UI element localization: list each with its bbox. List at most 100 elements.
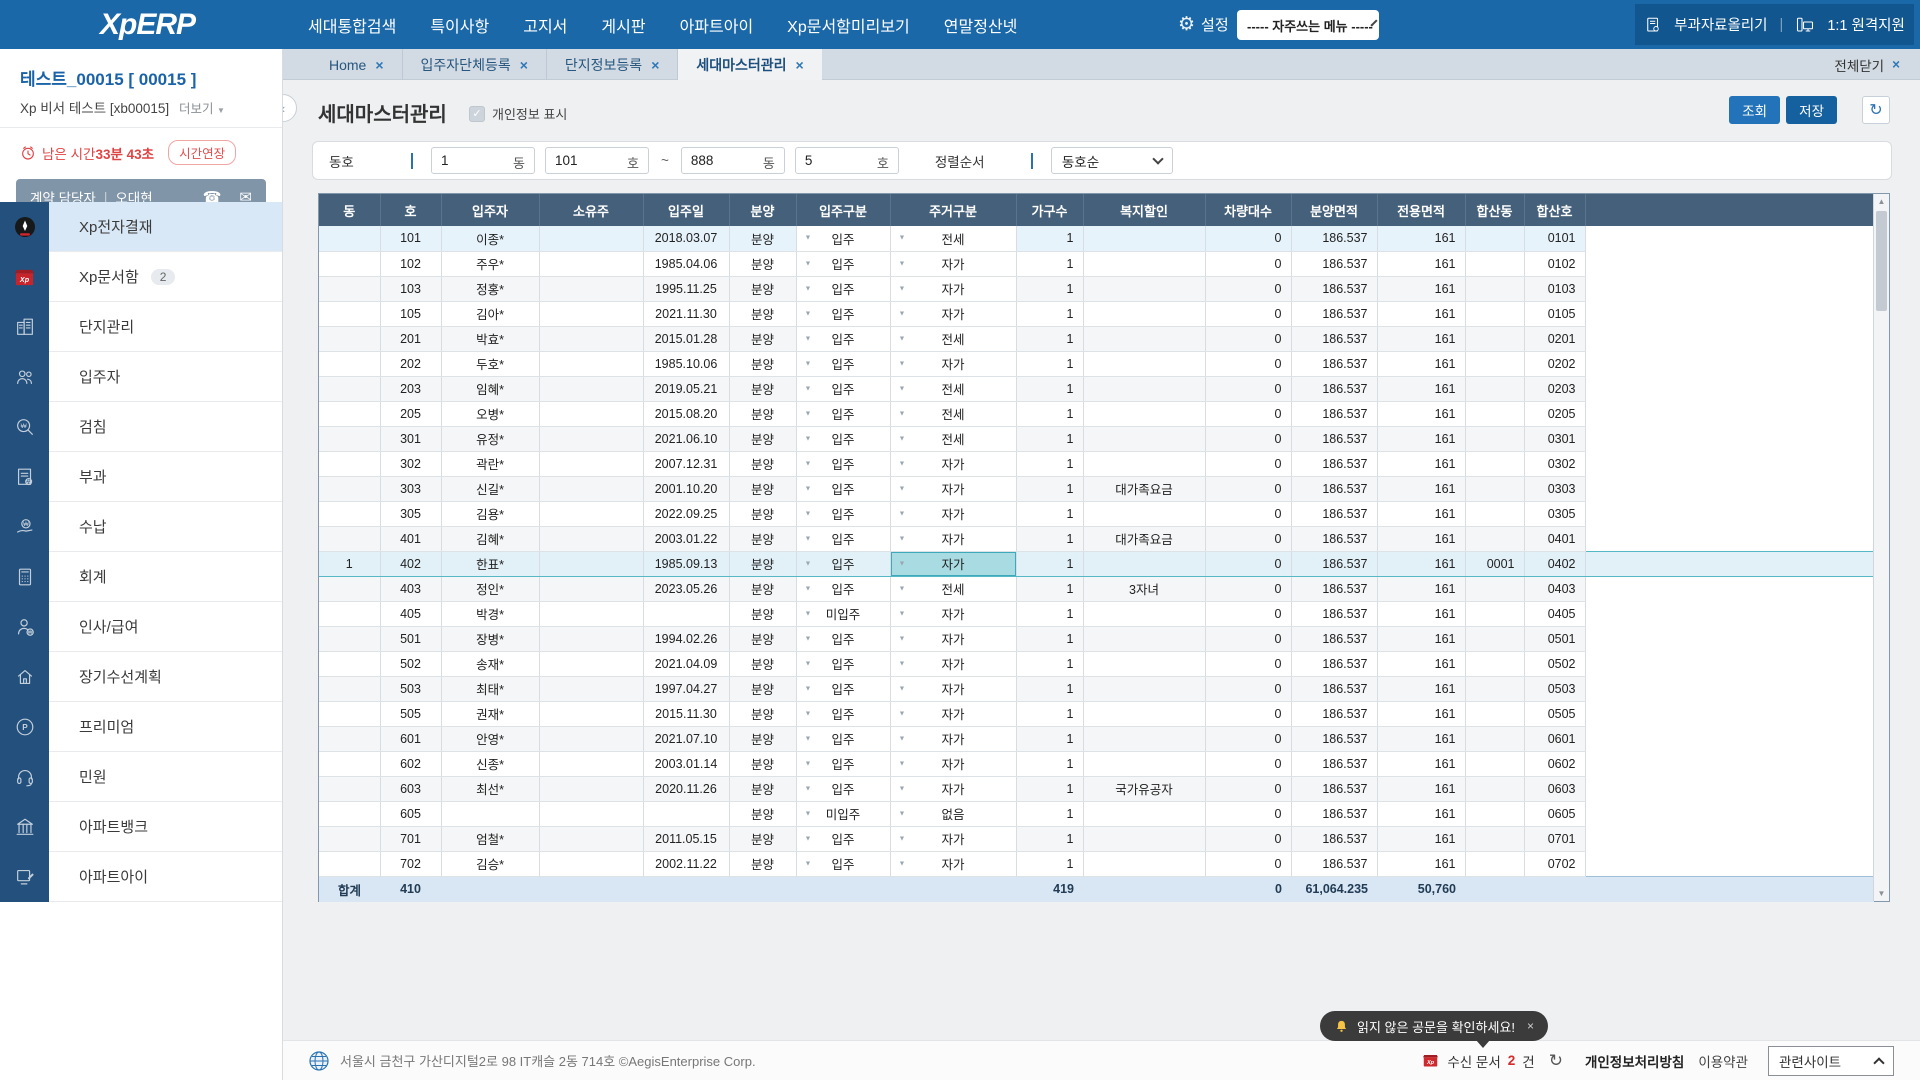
sidebar-item-hr-payroll[interactable]: ₩ 인사/급여 <box>0 602 282 652</box>
tab-home[interactable]: Home × <box>311 49 403 80</box>
close-icon[interactable]: × <box>796 57 804 73</box>
table-row[interactable]: 502 송재* 2021.04.09 분양 ▼ 입주 ▼ 자가 1 0 186.53… <box>319 651 1874 677</box>
sidebar-item-complaints[interactable]: 민원 <box>0 752 282 802</box>
cell-residence-type-dropdown[interactable]: ▼ 자가 <box>890 626 1017 652</box>
cell-movein-type-dropdown[interactable]: ▼ 입주 <box>796 526 891 552</box>
col-ho[interactable]: 호 <box>380 194 442 226</box>
col-sum-ho[interactable]: 합산호 <box>1524 194 1586 226</box>
table-row[interactable]: 101 이종* 2018.03.07 분양 ▼ 입주 ▼ 전세 1 0 186.53… <box>319 226 1874 252</box>
col-vehicles[interactable]: 차량대수 <box>1205 194 1292 226</box>
cell-residence-type-dropdown[interactable]: ▼ 전세 <box>890 326 1017 352</box>
cell-movein-type-dropdown[interactable]: ▼ 입주 <box>796 776 891 802</box>
cell-movein-type-dropdown[interactable]: ▼ 입주 <box>796 326 891 352</box>
sidebar-item-longterm-repair[interactable]: 장기수선계획 <box>0 652 282 702</box>
table-row[interactable]: 505 권재* 2015.11.30 분양 ▼ 입주 ▼ 자가 1 0 186.53… <box>319 701 1874 727</box>
top-menu-bill[interactable]: 고지서 <box>523 13 567 37</box>
col-households[interactable]: 가구수 <box>1016 194 1084 226</box>
col-resident[interactable]: 입주자 <box>441 194 540 226</box>
cell-movein-type-dropdown[interactable]: ▼ 입주 <box>796 676 891 702</box>
table-row[interactable]: 503 최태* 1997.04.27 분양 ▼ 입주 ▼ 자가 1 0 186.53… <box>319 676 1874 702</box>
footer-refresh-icon[interactable]: ↻ <box>1549 1051 1563 1071</box>
cell-movein-type-dropdown[interactable]: ▼ 입주 <box>796 376 891 402</box>
table-row[interactable]: 603 최선* 2020.11.26 분양 ▼ 입주 ▼ 자가 1 국가유공자 0 … <box>319 776 1874 802</box>
related-sites-select[interactable]: 관련사이트 <box>1768 1045 1894 1076</box>
table-row[interactable]: 601 안영* 2021.07.10 분양 ▼ 입주 ▼ 자가 1 0 186.53… <box>319 726 1874 752</box>
table-row[interactable]: 303 신길* 2001.10.20 분양 ▼ 입주 ▼ 자가 1 대가족요금 0 … <box>319 476 1874 502</box>
cell-residence-type-dropdown[interactable]: ▼ 자가 <box>890 776 1017 802</box>
settings[interactable]: ⚙ 설정 <box>1178 0 1229 49</box>
table-row[interactable]: 301 유정* 2021.06.10 분양 ▼ 입주 ▼ 전세 1 0 186.53… <box>319 426 1874 452</box>
cell-residence-type-dropdown[interactable]: ▼ 자가 <box>890 601 1017 627</box>
cell-movein-type-dropdown[interactable]: ▼ 미입주 <box>796 601 891 627</box>
table-row[interactable]: 403 정인* 2023.05.26 분양 ▼ 입주 ▼ 전세 1 3자녀 0 18… <box>319 576 1874 602</box>
cell-movein-type-dropdown[interactable]: ▼ 입주 <box>796 451 891 477</box>
cell-movein-type-dropdown[interactable]: ▼ 입주 <box>796 550 891 577</box>
sort-select[interactable]: 동호순 <box>1050 147 1173 174</box>
dong-to-input[interactable] <box>681 148 752 173</box>
cell-residence-type-dropdown[interactable]: ▼ 자가 <box>890 676 1017 702</box>
cell-movein-type-dropdown[interactable]: ▼ 입주 <box>796 301 891 327</box>
more-button[interactable]: 더보기 ▼ <box>179 102 225 116</box>
cell-residence-type-dropdown[interactable]: ▼ 자가 <box>890 526 1017 552</box>
table-row[interactable]: 103 정홍* 1995.11.25 분양 ▼ 입주 ▼ 자가 1 0 186.53… <box>319 276 1874 302</box>
top-menu-household-search[interactable]: 세대통합검색 <box>308 13 396 37</box>
table-row[interactable]: 305 김용* 2022.09.25 분양 ▼ 입주 ▼ 자가 1 0 186.53… <box>319 501 1874 527</box>
table-row[interactable]: 602 신종* 2003.01.14 분양 ▼ 입주 ▼ 자가 1 0 186.53… <box>319 751 1874 777</box>
table-row[interactable]: 501 장병* 1994.02.26 분양 ▼ 입주 ▼ 자가 1 0 186.53… <box>319 626 1874 652</box>
close-icon[interactable]: × <box>520 57 528 73</box>
scroll-up-arrow[interactable]: ▲ <box>1874 194 1889 209</box>
sidebar-item-meter-reading[interactable]: ₩ 검침 <box>0 402 282 452</box>
remote-support[interactable]: 1:1 원격지원 <box>1827 14 1905 35</box>
tab-household-master[interactable]: 세대마스터관리 × <box>678 49 822 80</box>
table-row[interactable]: 605 분양 ▼ 미입주 ▼ 없음 1 0 186.537 161 0605 <box>319 801 1874 827</box>
cell-residence-type-dropdown[interactable]: ▼ 자가 <box>890 451 1017 477</box>
table-row[interactable]: 401 김혜* 2003.01.22 분양 ▼ 입주 ▼ 자가 1 대가족요금 0 … <box>319 526 1874 552</box>
table-row[interactable]: 203 임혜* 2019.05.21 분양 ▼ 입주 ▼ 전세 1 0 186.53… <box>319 376 1874 402</box>
top-menu-board[interactable]: 게시판 <box>601 13 645 37</box>
col-welfare-discount[interactable]: 복지할인 <box>1083 194 1206 226</box>
sidebar-item-apart-bank[interactable]: 아파트뱅크 <box>0 802 282 852</box>
col-sale-area[interactable]: 분양면적 <box>1291 194 1378 226</box>
tab-resident-group[interactable]: 입주자단체등록 × <box>403 49 547 80</box>
cell-residence-type-dropdown[interactable]: ▼ 자가 <box>890 476 1017 502</box>
col-sale[interactable]: 분양 <box>729 194 797 226</box>
cell-residence-type-dropdown[interactable]: ▼ 자가 <box>890 751 1017 777</box>
sidebar-item-xp-docbox[interactable]: Xp Xp문서함 2 <box>0 252 282 302</box>
cell-movein-type-dropdown[interactable]: ▼ 입주 <box>796 851 891 877</box>
scroll-down-arrow[interactable]: ▼ <box>1874 886 1889 901</box>
privacy-checkbox[interactable]: ✓ <box>469 105 485 122</box>
cell-movein-type-dropdown[interactable]: ▼ 입주 <box>796 251 891 277</box>
table-row[interactable]: 302 곽란* 2007.12.31 분양 ▼ 입주 ▼ 자가 1 0 186.53… <box>319 451 1874 477</box>
cell-movein-type-dropdown[interactable]: ▼ 입주 <box>796 651 891 677</box>
vertical-scrollbar[interactable]: ▲ ▼ <box>1873 194 1889 901</box>
cell-residence-type-dropdown[interactable]: ▼ 전세 <box>890 226 1017 252</box>
toast-close-icon[interactable]: × <box>1527 1019 1534 1033</box>
col-exclusive-area[interactable]: 전용면적 <box>1377 194 1466 226</box>
cell-residence-type-dropdown[interactable]: ▼ 자가 <box>890 826 1017 852</box>
close-icon[interactable]: × <box>375 57 383 73</box>
cell-movein-type-dropdown[interactable]: ▼ 입주 <box>796 276 891 302</box>
col-sum-dong[interactable]: 합산동 <box>1465 194 1525 226</box>
col-movein-type[interactable]: 입주구분 <box>796 194 891 226</box>
privacy-policy-link[interactable]: 개인정보처리방침 <box>1585 1051 1684 1071</box>
cell-movein-type-dropdown[interactable]: ▼ 입주 <box>796 476 891 502</box>
sidebar-item-billing[interactable]: ₩ 부과 <box>0 452 282 502</box>
cell-residence-type-dropdown[interactable]: ▼ 자가 <box>890 276 1017 302</box>
top-menu-yearend[interactable]: 연말정산넷 <box>944 13 1018 37</box>
cell-residence-type-dropdown[interactable]: ▼ 자가 <box>890 251 1017 277</box>
extend-time-button[interactable]: 시간연장 <box>168 140 237 165</box>
cell-movein-type-dropdown[interactable]: ▼ 미입주 <box>796 801 891 827</box>
save-button[interactable]: 저장 <box>1786 96 1837 124</box>
sidebar-item-xp-approval[interactable]: Xp전자결재 <box>0 202 282 252</box>
table-row[interactable]: 201 박효* 2015.01.28 분양 ▼ 입주 ▼ 전세 1 0 186.53… <box>319 326 1874 352</box>
sidebar-item-apart-i[interactable]: 아파트아이 <box>0 852 282 902</box>
cell-residence-type-dropdown[interactable]: ▼ 전세 <box>890 376 1017 402</box>
cell-residence-type-dropdown[interactable]: ▼ 자가 <box>890 651 1017 677</box>
cell-movein-type-dropdown[interactable]: ▼ 입주 <box>796 351 891 377</box>
cell-movein-type-dropdown[interactable]: ▼ 입주 <box>796 576 891 602</box>
tab-complex-info[interactable]: 단지정보등록 × <box>547 49 679 80</box>
cell-residence-type-dropdown[interactable]: ▼ 자가 <box>890 851 1017 877</box>
sidebar-item-accounting[interactable]: 회계 <box>0 552 282 602</box>
cell-movein-type-dropdown[interactable]: ▼ 입주 <box>796 626 891 652</box>
cell-residence-type-dropdown[interactable]: ▼ 자가 <box>890 550 1017 577</box>
